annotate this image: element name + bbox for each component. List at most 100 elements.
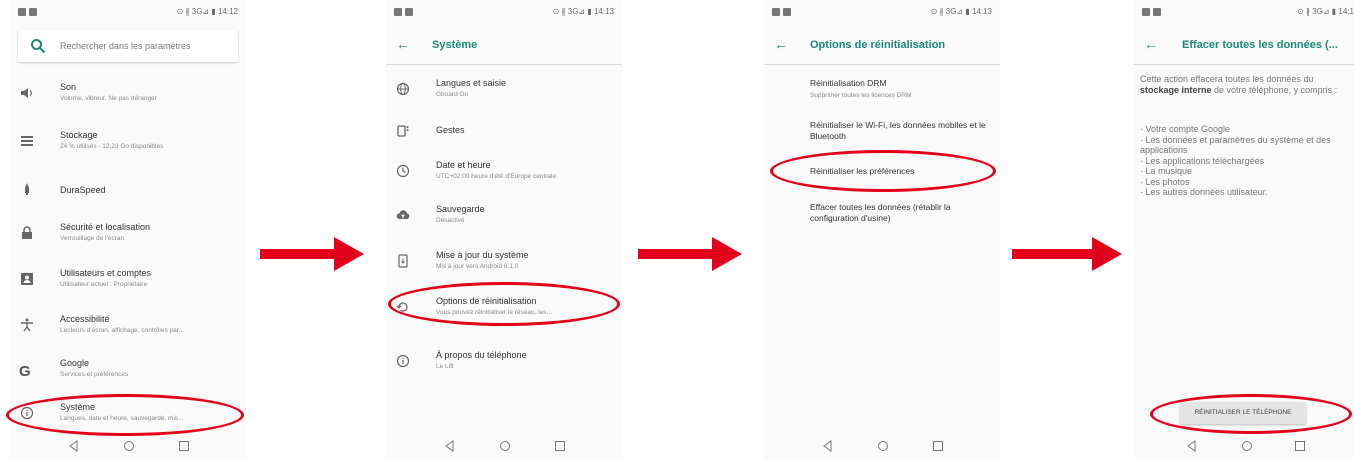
- list-item: · Les photos: [1140, 176, 1190, 187]
- system-item-about[interactable]: À propos du téléphone Le Lift: [386, 344, 622, 388]
- reset-item-factory[interactable]: Effacer toutes les données (rétablir la …: [810, 202, 994, 224]
- item-subtitle: Désactivé: [436, 217, 465, 224]
- account-icon: [21, 273, 33, 285]
- recents-nav-icon[interactable]: [932, 440, 944, 452]
- item-title: Effacer toutes les données (rétablir la …: [810, 202, 951, 223]
- google-icon: G: [19, 363, 31, 378]
- recents-nav-icon[interactable]: [554, 440, 566, 452]
- back-nav-icon[interactable]: [1186, 440, 1198, 452]
- settings-item-system[interactable]: Système Langues, date et heure, sauvegar…: [10, 396, 246, 440]
- system-item-reset-options[interactable]: Options de réinitialisation Vous pouvez …: [386, 290, 622, 334]
- recents-nav-icon[interactable]: [1294, 440, 1306, 452]
- list-item: · Les autres données utilisateur.: [1140, 187, 1268, 197]
- settings-item-google[interactable]: G Google Services et préférences: [10, 352, 246, 396]
- item-subtitle: 24 % utilisés - 12,23 Go disponibles: [60, 143, 164, 150]
- desc-text-after: de votre téléphone, y compris :: [1211, 85, 1338, 95]
- gesture-icon: [397, 125, 409, 137]
- reset-item-network[interactable]: Réinitialiser le Wi-Fi, les données mobi…: [810, 120, 994, 142]
- home-nav-icon[interactable]: [877, 440, 889, 452]
- item-title: Mise à jour du système: [436, 250, 529, 260]
- system-item-date-time[interactable]: Date et heure UTC+02:00 heure d'été d'Eu…: [386, 154, 622, 198]
- svg-text:G: G: [19, 363, 31, 378]
- home-nav-icon[interactable]: [1241, 440, 1253, 452]
- nav-bar: [764, 437, 1000, 459]
- item-title: Accessibilité: [60, 314, 110, 324]
- back-nav-icon[interactable]: [444, 440, 456, 452]
- item-subtitle: Gboard Go: [436, 91, 469, 98]
- accessibility-icon: [21, 318, 33, 332]
- system-item-languages[interactable]: Langues et saisie Gboard Go: [386, 72, 622, 116]
- page-title: Effacer toutes les données (...: [1182, 39, 1338, 51]
- step-arrow-icon: [1012, 237, 1122, 271]
- restore-icon: [396, 302, 408, 312]
- system-item-gestures[interactable]: Gestes: [386, 114, 622, 158]
- item-title: DuraSpeed: [60, 185, 106, 195]
- list-item: · Les données et paramètres du système e…: [1140, 134, 1331, 156]
- status-icons-time: ⊙ ∦ 3G⊿ ▮ 14:13: [930, 7, 992, 16]
- back-nav-icon[interactable]: [822, 440, 834, 452]
- home-nav-icon[interactable]: [123, 440, 135, 452]
- item-title: Réinitialisation DRM: [810, 78, 887, 88]
- reset-item-drm[interactable]: Réinitialisation DRM Supprimer toutes le…: [810, 78, 994, 99]
- search-placeholder: Rechercher dans les paramètres: [60, 41, 191, 51]
- item-subtitle: UTC+02:00 heure d'été d'Europe centrale: [436, 173, 557, 180]
- item-title: Google: [60, 358, 90, 368]
- item-title: Son: [60, 82, 77, 92]
- step-arrow-icon: [260, 237, 364, 271]
- back-arrow-icon[interactable]: ←: [774, 36, 788, 52]
- item-title: Stockage: [60, 130, 98, 140]
- system-item-update[interactable]: Mise à jour du système Mis à jour vers A…: [386, 244, 622, 288]
- step-arrow-icon: [638, 237, 742, 271]
- nav-bar: [386, 437, 622, 459]
- item-subtitle: Lecteurs d'écran, affichage, contrôles p…: [60, 327, 184, 334]
- item-title: À propos du téléphone: [436, 350, 527, 360]
- home-nav-icon[interactable]: [499, 440, 511, 452]
- reset-item-preferences[interactable]: Réinitialiser les préférences: [810, 166, 994, 177]
- settings-item-users[interactable]: Utilisateurs et comptes Utilisateur actu…: [10, 262, 246, 306]
- info-icon: [396, 354, 410, 368]
- item-title: Sécurité et localisation: [60, 222, 151, 232]
- info-icon: [20, 406, 34, 420]
- reset-phone-button[interactable]: RÉINITIALISER LE TÉLÉPHONE: [1180, 402, 1306, 424]
- storage-icon: [21, 136, 33, 146]
- app-bar: ← Système: [386, 30, 622, 60]
- globe-icon: [396, 82, 410, 96]
- item-subtitle: Supprimer toutes les licences DRM: [810, 92, 912, 99]
- back-nav-icon[interactable]: [68, 440, 80, 452]
- reset-options-screen: ⊙ ∦ 3G⊿ ▮ 14:13 ← Options de réinitialis…: [764, 0, 1000, 459]
- back-arrow-icon[interactable]: ←: [396, 36, 410, 52]
- list-item: · Les applications téléchargées: [1140, 155, 1265, 166]
- settings-item-accessibility[interactable]: Accessibilité Lecteurs d'écran, affichag…: [10, 308, 246, 352]
- item-title: Options de réinitialisation: [436, 296, 537, 306]
- item-subtitle: Services et préférences: [60, 371, 129, 378]
- settings-item-security[interactable]: Sécurité et localisation Verrouillage de…: [10, 216, 246, 260]
- recents-nav-icon[interactable]: [178, 440, 190, 452]
- list-item: · Votre compte Google: [1140, 124, 1231, 134]
- item-subtitle: Volume, vibreur, Ne pas déranger: [60, 95, 157, 102]
- nav-bar: [1134, 437, 1354, 459]
- list-item: · La musique: [1140, 166, 1193, 176]
- settings-screen: ⊙ ∦ 3G⊿ ▮ 14:12 Rechercher dans les para…: [10, 0, 246, 459]
- item-subtitle: Utilisateur actuel : Propriétaire: [60, 281, 148, 288]
- status-icons-time: ⊙ ∦ 3G⊿ ▮ 14:12: [176, 7, 238, 16]
- notification-icons: [1142, 8, 1168, 17]
- divider: [386, 64, 622, 65]
- app-bar: ← Effacer toutes les données (...: [1134, 30, 1354, 60]
- phone-update-icon: [398, 254, 408, 268]
- settings-item-sound[interactable]: Son Volume, vibreur, Ne pas déranger: [10, 76, 246, 120]
- cloud-upload-icon: [396, 210, 410, 219]
- status-bar: ⊙ ∦ 3G⊿ ▮ 14:13: [764, 0, 1000, 22]
- lock-icon: [22, 226, 32, 239]
- settings-item-duraspeed[interactable]: DuraSpeed: [10, 172, 246, 216]
- search-bar[interactable]: Rechercher dans les paramètres: [18, 30, 238, 62]
- settings-item-storage[interactable]: Stockage 24 % utilisés - 12,23 Go dispon…: [10, 124, 246, 168]
- item-subtitle: Verrouillage de l'écran: [60, 235, 125, 242]
- status-icons-time: ⊙ ∦ 3G⊿ ▮ 14:1: [1297, 7, 1354, 16]
- system-item-backup[interactable]: Sauvegarde Désactivé: [386, 198, 622, 242]
- item-title: Langues et saisie: [436, 78, 507, 88]
- back-arrow-icon[interactable]: ←: [1144, 36, 1158, 52]
- notification-icons: [772, 8, 798, 17]
- page-title: Options de réinitialisation: [810, 39, 946, 51]
- status-bar: ⊙ ∦ 3G⊿ ▮ 14:1: [1134, 0, 1354, 22]
- item-title: Gestes: [436, 125, 465, 135]
